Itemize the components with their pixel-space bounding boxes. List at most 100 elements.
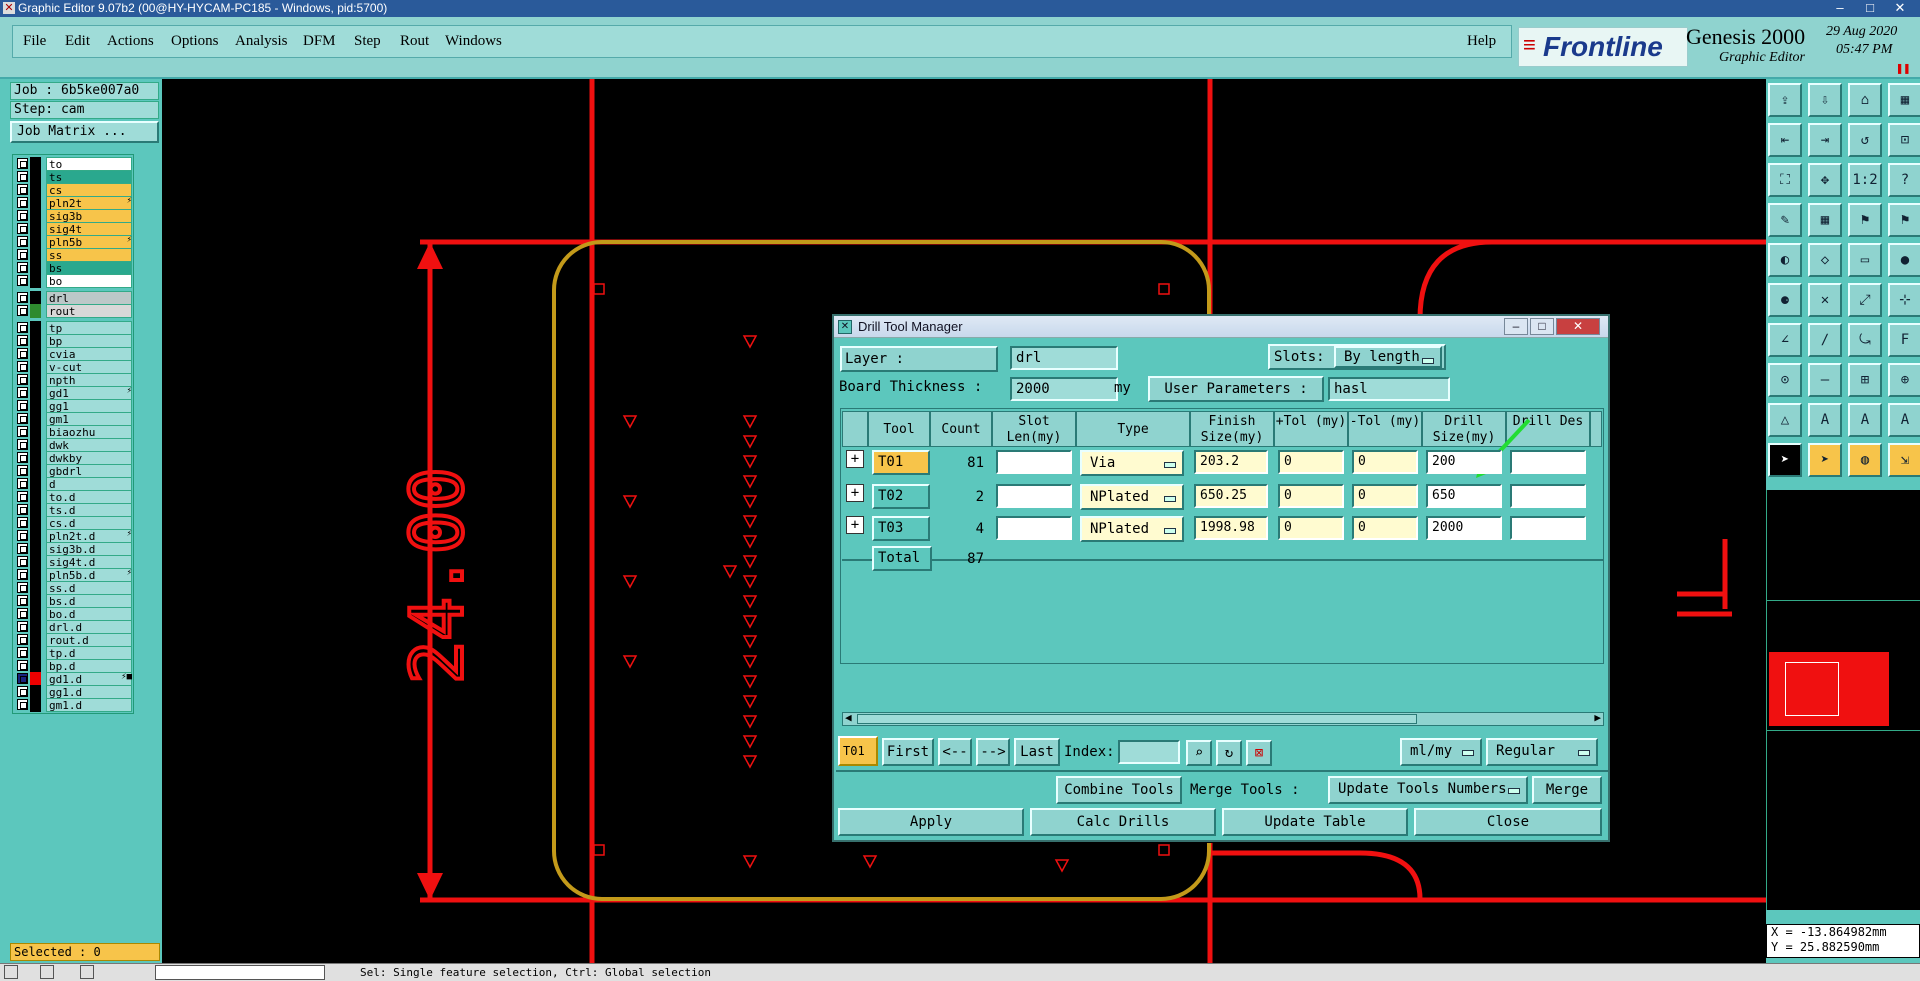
layer-color-swatch[interactable] (30, 633, 41, 647)
layer-color-swatch[interactable] (30, 334, 41, 348)
layer-checkbox[interactable] (17, 413, 28, 424)
toolbar-icon-3[interactable]: ⌂ (1848, 83, 1882, 117)
finish-size-field[interactable]: 1998.98 (1194, 516, 1268, 540)
layer-checkbox[interactable] (17, 530, 28, 541)
layer-row-drl[interactable]: drl (17, 291, 134, 305)
layer-color-swatch[interactable] (30, 261, 41, 275)
close-window-button[interactable]: ✕ (1886, 0, 1914, 17)
layer-row-dwk[interactable]: dwk (17, 438, 134, 452)
menu-actions[interactable]: Actions (107, 26, 154, 57)
plus-tol-field[interactable]: 0 (1278, 516, 1344, 540)
layer-name[interactable]: v-cut (46, 360, 132, 374)
layer-name[interactable]: ts (46, 170, 132, 184)
layer-name[interactable]: gm1.d (46, 698, 132, 712)
layer-color-swatch[interactable] (30, 304, 41, 318)
toolbar-icon-29[interactable]: ⊙ (1768, 363, 1802, 397)
layer-checkbox[interactable] (17, 491, 28, 502)
layer-row-tp.d[interactable]: tp.d (17, 646, 134, 660)
combine-tools-button[interactable]: Combine Tools (1056, 776, 1182, 804)
close-button[interactable]: Close (1414, 808, 1602, 836)
layer-name[interactable]: bo (46, 274, 132, 288)
dialog-close-button[interactable]: ✕ (1556, 318, 1600, 335)
layer-checkbox[interactable] (17, 249, 28, 260)
type-dropdown[interactable]: NPlated (1080, 484, 1184, 510)
toolbar-icon-16[interactable]: ⚑ (1888, 203, 1920, 237)
toolbar-icon-9[interactable]: ⛶ (1768, 163, 1802, 197)
layer-checkbox[interactable] (17, 647, 28, 658)
board-thickness-field[interactable]: 2000 (1010, 377, 1118, 401)
layer-row-sig3b[interactable]: sig3b (17, 209, 134, 223)
layer-row-gm1[interactable]: gm1 (17, 412, 134, 426)
layer-name[interactable]: tp.d (46, 646, 132, 660)
layer-color-swatch[interactable] (30, 477, 41, 491)
toolbar-icon-24[interactable]: ⊹ (1888, 283, 1920, 317)
status-icon-2[interactable] (40, 965, 54, 979)
layer-color-swatch[interactable] (30, 425, 41, 439)
layer-row-gbdrl[interactable]: gbdrl (17, 464, 134, 478)
layer-name[interactable]: pln5b (46, 235, 132, 249)
layer-color-swatch[interactable] (30, 196, 41, 210)
user-parameters-field[interactable]: hasl (1328, 377, 1450, 401)
layer-row-pln2t.d[interactable]: pln2t.d ⚡ (17, 529, 134, 543)
layer-row-to.d[interactable]: to.d (17, 490, 134, 504)
menu-help[interactable]: Help (1467, 26, 1496, 57)
layer-field[interactable]: drl (1010, 346, 1118, 370)
layer-checkbox[interactable] (17, 171, 28, 182)
layer-checkbox[interactable] (17, 504, 28, 515)
layer-name[interactable]: dwk (46, 438, 132, 452)
layer-name[interactable]: to.d (46, 490, 132, 504)
layer-color-swatch[interactable] (30, 685, 41, 699)
menu-file[interactable]: File (23, 26, 46, 57)
toolbar-icon-13[interactable]: ✎ (1768, 203, 1802, 237)
type-dropdown[interactable]: Via (1080, 450, 1184, 476)
layer-row-cvia[interactable]: cvia (17, 347, 134, 361)
layer-color-swatch[interactable] (30, 594, 41, 608)
minimize-button[interactable]: – (1826, 0, 1854, 17)
layer-color-swatch[interactable] (30, 209, 41, 223)
layer-name[interactable]: rout (46, 304, 132, 318)
layer-color-swatch[interactable] (30, 347, 41, 361)
layer-color-swatch[interactable] (30, 503, 41, 517)
layer-color-swatch[interactable] (30, 542, 41, 556)
layer-row-gm1.d[interactable]: gm1.d (17, 698, 134, 712)
layer-color-swatch[interactable] (30, 412, 41, 426)
layer-color-swatch[interactable] (30, 291, 41, 305)
toolbar-icon-17[interactable]: ◐ (1768, 243, 1802, 277)
toolbar-icon-32[interactable]: ⊕ (1888, 363, 1920, 397)
layer-name[interactable]: sig4t (46, 222, 132, 236)
drill-des-field[interactable] (1510, 484, 1586, 508)
calc-drills-button[interactable]: Calc Drills (1030, 808, 1216, 836)
layer-color-swatch[interactable] (30, 607, 41, 621)
toolbar-icon-15[interactable]: ⚑ (1848, 203, 1882, 237)
layer-checkbox[interactable] (17, 478, 28, 489)
minus-tol-field[interactable]: 0 (1352, 516, 1418, 540)
menu-options[interactable]: Options (171, 26, 219, 57)
scrollbar-thumb[interactable] (857, 714, 1417, 724)
layer-name[interactable]: sig3b (46, 209, 132, 223)
update-table-button[interactable]: Update Table (1222, 808, 1408, 836)
minus-tol-field[interactable]: 0 (1352, 450, 1418, 474)
type-dropdown[interactable]: NPlated (1080, 516, 1184, 542)
tool-cell[interactable]: T02 (872, 484, 930, 509)
layer-row-v-cut[interactable]: v-cut (17, 360, 134, 374)
toolbar-icon-21[interactable]: ⚈ (1768, 283, 1802, 317)
layer-color-swatch[interactable] (30, 222, 41, 236)
toolbar-icon-20[interactable]: ● (1888, 243, 1920, 277)
apply-button[interactable]: Apply (838, 808, 1024, 836)
layer-name[interactable]: pln2t (46, 196, 132, 210)
index-field[interactable] (1118, 740, 1180, 764)
toolbar-icon-11[interactable]: 1:2 (1848, 163, 1882, 197)
layer-color-swatch[interactable] (30, 568, 41, 582)
layer-checkbox[interactable] (17, 210, 28, 221)
layer-checkbox[interactable] (17, 292, 28, 303)
layer-row-cs.d[interactable]: cs.d (17, 516, 134, 530)
layer-name[interactable]: biaozhu (46, 425, 132, 439)
toolbar-icon-7[interactable]: ↺ (1848, 123, 1882, 157)
layer-name[interactable]: to (46, 157, 132, 171)
toolbar-icon-39[interactable]: ◍ (1848, 443, 1882, 477)
toolbar-icon-18[interactable]: ◇ (1808, 243, 1842, 277)
toolbar-icon-27[interactable]: ⤿ (1848, 323, 1882, 357)
layer-name[interactable]: pln5b.d (46, 568, 132, 582)
layer-color-swatch[interactable] (30, 248, 41, 262)
plus-tol-field[interactable]: 0 (1278, 484, 1344, 508)
